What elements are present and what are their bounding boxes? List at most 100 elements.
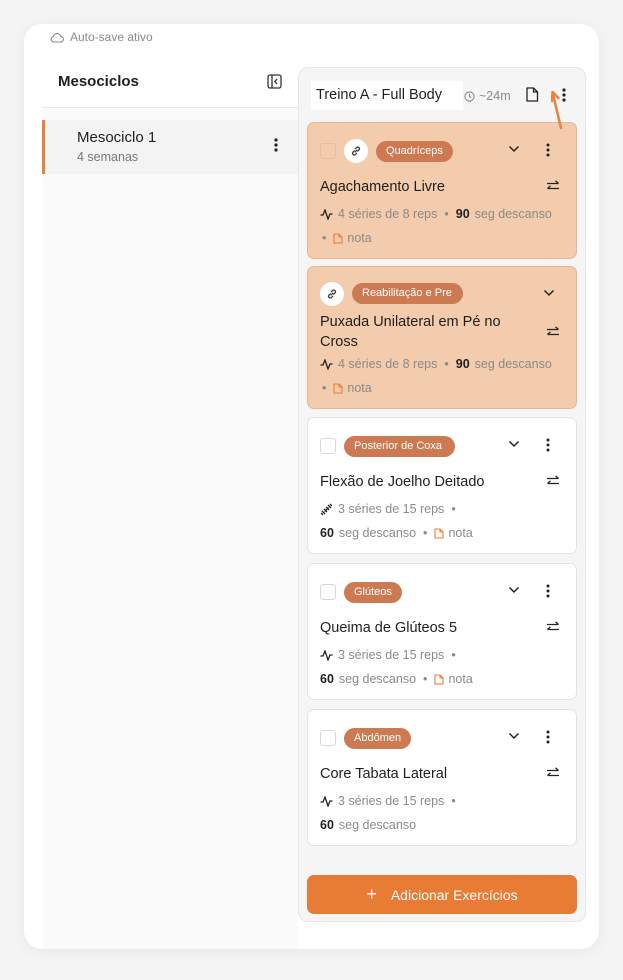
exercise-meta-note: • nota (320, 231, 372, 245)
exercise-name-line: Cross (320, 334, 358, 350)
workout-title-input[interactable]: Treino A - Full Body (311, 81, 463, 110)
separator-dot: • (423, 672, 428, 686)
note-icon (434, 673, 444, 685)
note-icon (333, 382, 343, 394)
separator-dot: • (423, 526, 428, 540)
sidebar-item-mesociclo-1[interactable]: Mesociclo 1 4 semanas (42, 120, 298, 174)
rest-value: 60 (320, 672, 334, 686)
swap-icon[interactable] (546, 180, 560, 192)
exercise-meta: 3 séries de 15 reps • (320, 794, 458, 808)
chevron-down-icon[interactable] (508, 145, 520, 153)
sidebar-header: Mesociclos (42, 55, 298, 108)
cloud-icon (50, 32, 64, 43)
exercise-meta-note: • nota (320, 381, 372, 395)
more-vertical-icon[interactable] (546, 438, 550, 452)
rest-value: 90 (455, 357, 470, 371)
link-icon (327, 289, 337, 299)
sets-text: 3 séries de 15 reps (338, 502, 445, 516)
app-window: Auto-save ativo Mesociclos Mesociclo 1 4… (24, 24, 599, 949)
chevron-down-icon[interactable] (508, 440, 520, 448)
note-link[interactable]: nota (434, 672, 473, 686)
superset-link-button[interactable] (320, 282, 344, 306)
note-icon (333, 232, 343, 244)
muscle-tag: Quadríceps (376, 141, 453, 162)
exercise-meta-rest: 60 seg descanso • nota (320, 672, 473, 686)
note-label: nota (448, 672, 473, 686)
mesociclo-duration: 4 semanas (77, 150, 139, 164)
exercise-checkbox[interactable] (320, 143, 336, 159)
chevron-down-icon[interactable] (508, 586, 520, 594)
separator-dot: • (322, 231, 327, 245)
exercise-meta-rest: 60 seg descanso (320, 818, 416, 832)
note-label: nota (347, 381, 372, 395)
exercise-name: Core Tabata Lateral (320, 766, 448, 782)
activity-icon (320, 208, 333, 220)
exercise-meta: 4 séries de 8 reps • 90 seg descanso (320, 207, 552, 221)
muscle-tag: Glúteos (344, 582, 402, 603)
separator-dot: • (451, 794, 456, 808)
exercise-meta-rest: 60 seg descanso • nota (320, 526, 473, 540)
swap-icon[interactable] (546, 475, 560, 487)
sets-text: 3 séries de 15 reps (338, 648, 445, 662)
clock-icon (464, 90, 475, 102)
more-vertical-icon[interactable] (274, 138, 278, 152)
exercise-name: Flexão de Joelho Deitado (320, 474, 485, 490)
exercise-meta: 3 séries de 15 reps • (320, 502, 458, 516)
exercise-card[interactable]: Abdômen Core Tabata Lateral 3 séries de … (307, 709, 577, 846)
separator-dot: • (322, 381, 327, 395)
autosave-label: Auto-save ativo (70, 30, 153, 44)
exercise-name: Queima de Glúteos 5 (320, 620, 458, 636)
document-icon[interactable] (525, 87, 539, 102)
sets-text: 4 séries de 8 reps (338, 207, 438, 221)
chevron-down-icon[interactable] (543, 289, 555, 297)
pointer-arrow-icon (551, 90, 563, 130)
note-link[interactable]: nota (333, 381, 372, 395)
collapse-sidebar-icon[interactable] (267, 73, 282, 89)
exercise-card[interactable]: Reabilitação e Pre Puxada Unilateral em … (307, 266, 577, 409)
add-exercises-label: Adicionar Exercícios (390, 886, 518, 903)
exercise-card[interactable]: Glúteos Queima de Glúteos 5 3 séries de … (307, 563, 577, 700)
rest-value: 60 (320, 818, 334, 832)
chevron-down-icon[interactable] (508, 732, 520, 740)
link-icon (351, 146, 361, 156)
note-label: nota (448, 526, 473, 540)
more-vertical-icon[interactable] (546, 730, 550, 744)
swap-icon[interactable] (546, 621, 560, 633)
activity-icon (320, 649, 333, 661)
rest-label: seg descanso (474, 357, 552, 371)
exercise-card[interactable]: Posterior de Coxa Flexão de Joelho Deita… (307, 417, 577, 554)
note-link[interactable]: nota (434, 526, 473, 540)
superset-link-button[interactable] (344, 139, 368, 163)
muscle-tag: Posterior de Coxa (344, 436, 455, 457)
exercise-meta: 3 séries de 15 reps • (320, 648, 458, 662)
sets-text: 3 séries de 15 reps (338, 794, 445, 808)
swap-icon[interactable] (546, 326, 560, 338)
sidebar: Mesociclos Mesociclo 1 4 semanas (42, 55, 298, 949)
more-vertical-icon[interactable] (546, 143, 550, 157)
exercise-meta: 4 séries de 8 reps • 90 seg descanso (320, 357, 552, 371)
rest-label: seg descanso (474, 207, 552, 221)
exercise-checkbox[interactable] (320, 438, 336, 454)
more-vertical-icon[interactable] (546, 584, 550, 598)
rest-label: seg descanso (338, 526, 417, 540)
plus-icon: + (366, 884, 377, 904)
note-link[interactable]: nota (333, 231, 372, 245)
muscle-tag: Reabilitação e Pre (352, 283, 463, 304)
sets-text: 4 séries de 8 reps (338, 357, 438, 371)
exercise-checkbox[interactable] (320, 584, 336, 600)
rest-value: 90 (455, 207, 470, 221)
sidebar-title: Mesociclos (58, 72, 139, 90)
exercise-card[interactable]: Quadríceps Agachamento Livre 4 séries de… (307, 122, 577, 259)
swap-icon[interactable] (546, 767, 560, 779)
note-icon (434, 527, 444, 539)
rest-label: seg descanso (338, 818, 417, 832)
note-label: nota (347, 231, 372, 245)
add-exercises-button[interactable]: + Adicionar Exercícios (307, 875, 577, 914)
duration-text: ~24m (479, 89, 511, 103)
separator-dot: • (451, 502, 456, 516)
exercise-checkbox[interactable] (320, 730, 336, 746)
workout-duration: ~24m (464, 89, 511, 103)
muscle-tag: Abdômen (344, 728, 412, 749)
separator-dot: • (444, 357, 449, 371)
exercise-name-line: Puxada Unilateral em Pé no (320, 314, 501, 330)
